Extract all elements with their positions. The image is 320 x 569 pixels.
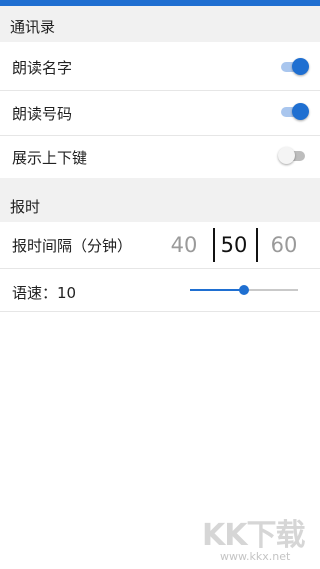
picker-prev-value[interactable]: 40 bbox=[164, 226, 204, 264]
section-header-time-report: 报时 bbox=[0, 178, 320, 222]
read-number-toggle[interactable] bbox=[281, 102, 309, 120]
toggle-thumb bbox=[292, 103, 309, 120]
picker-next-value[interactable]: 60 bbox=[264, 226, 304, 264]
show-arrows-label: 展示上下键 bbox=[12, 149, 88, 167]
section-header-contacts: 通讯录 bbox=[0, 6, 320, 42]
site-watermark: KK下载 www.kkx.net bbox=[200, 510, 315, 565]
speech-speed-slider[interactable] bbox=[190, 280, 298, 300]
toggle-thumb bbox=[292, 58, 309, 75]
setting-row-read-number[interactable]: 朗读号码 bbox=[0, 91, 320, 135]
speech-speed-label: 语速：10 bbox=[12, 284, 77, 302]
picker-selection-line-right bbox=[256, 228, 258, 262]
picker-selected-value[interactable]: 50 bbox=[214, 226, 254, 264]
watermark-logo: KK下载 bbox=[202, 518, 305, 553]
section-title-contacts: 通讯录 bbox=[10, 18, 56, 36]
slider-fill bbox=[190, 289, 244, 291]
setting-row-read-name[interactable]: 朗读名字 bbox=[0, 42, 320, 90]
read-name-toggle[interactable] bbox=[281, 57, 309, 75]
watermark-url: www.kkx.net bbox=[220, 550, 291, 563]
toggle-thumb bbox=[278, 147, 295, 164]
section-title-time-report: 报时 bbox=[10, 198, 41, 216]
interval-label: 报时间隔（分钟） bbox=[12, 237, 133, 255]
show-arrows-toggle[interactable] bbox=[278, 146, 307, 164]
slider-thumb[interactable] bbox=[239, 285, 249, 295]
setting-row-show-arrows[interactable]: 展示上下键 bbox=[0, 136, 320, 178]
read-number-label: 朗读号码 bbox=[12, 105, 73, 123]
divider bbox=[0, 311, 320, 312]
read-name-label: 朗读名字 bbox=[12, 59, 73, 77]
interval-number-picker[interactable]: 40 50 60 bbox=[160, 226, 310, 264]
